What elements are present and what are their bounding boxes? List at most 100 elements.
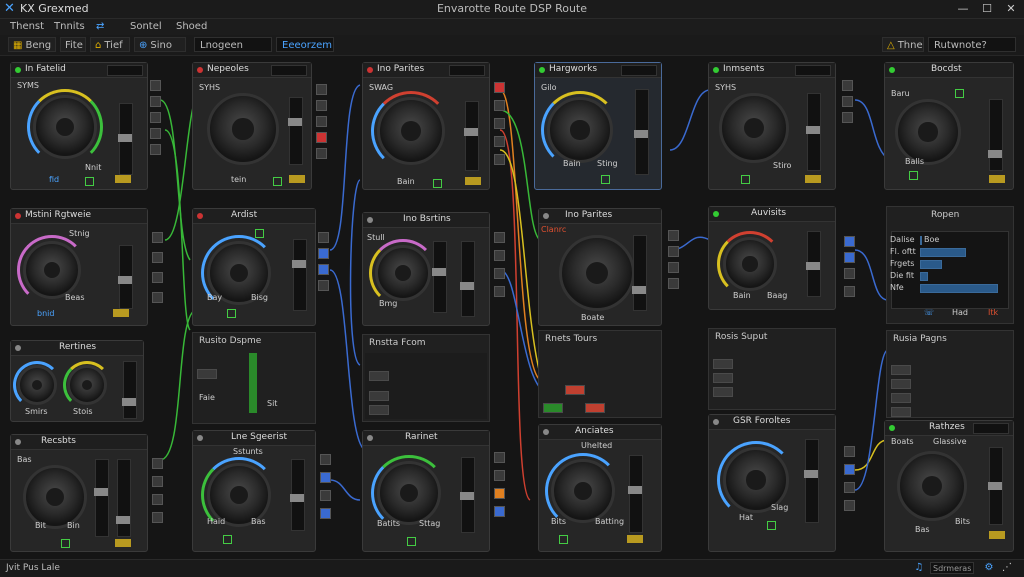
node-header[interactable]: Rertines bbox=[11, 341, 143, 356]
mute-button[interactable] bbox=[465, 177, 481, 185]
output-port[interactable] bbox=[316, 148, 327, 159]
output-port[interactable] bbox=[668, 230, 679, 241]
gain-knob[interactable] bbox=[23, 465, 87, 529]
output-port[interactable] bbox=[318, 248, 329, 259]
output-port[interactable] bbox=[316, 100, 327, 111]
fader-thumb[interactable] bbox=[460, 492, 474, 500]
mute-button[interactable] bbox=[115, 175, 131, 183]
output-port[interactable] bbox=[844, 446, 855, 457]
menu-item[interactable]: Tnnits bbox=[54, 21, 85, 32]
output-port[interactable] bbox=[842, 96, 853, 107]
output-port[interactable] bbox=[844, 482, 855, 493]
fader-slider[interactable] bbox=[460, 241, 475, 317]
dsp-node[interactable]: Recsbts Bas Bit Bin bbox=[10, 434, 148, 552]
toggle-button[interactable] bbox=[85, 177, 94, 186]
fader-slider[interactable] bbox=[464, 101, 479, 171]
output-port[interactable] bbox=[494, 506, 505, 517]
output-port[interactable] bbox=[494, 250, 505, 261]
mute-button[interactable] bbox=[115, 539, 131, 547]
mute-button[interactable] bbox=[805, 175, 821, 183]
fader-slider[interactable] bbox=[806, 231, 821, 297]
output-port[interactable] bbox=[668, 262, 679, 273]
fader-thumb[interactable] bbox=[288, 118, 302, 126]
dsp-node[interactable]: Bocdst Baru Balls bbox=[884, 62, 1014, 190]
toggle-button[interactable] bbox=[601, 175, 610, 184]
output-port[interactable] bbox=[494, 100, 505, 111]
dsp-node[interactable]: Mstini Rgtweie Stnig Beas bnid bbox=[10, 208, 148, 326]
mute-button[interactable] bbox=[989, 531, 1005, 539]
mute-button[interactable] bbox=[289, 175, 305, 183]
fader-slider[interactable] bbox=[632, 235, 647, 311]
output-port[interactable] bbox=[668, 246, 679, 257]
gain-knob[interactable] bbox=[559, 235, 635, 311]
output-port[interactable] bbox=[152, 252, 163, 263]
panel-button[interactable] bbox=[713, 373, 733, 383]
fader-thumb[interactable] bbox=[290, 494, 304, 502]
output-port[interactable] bbox=[844, 464, 855, 475]
fader-slider[interactable] bbox=[288, 97, 303, 165]
node-header[interactable]: Ino Bsrtins bbox=[363, 213, 489, 228]
output-port[interactable] bbox=[494, 82, 505, 93]
node-header[interactable]: Ino Parites bbox=[539, 209, 661, 224]
panel-button[interactable] bbox=[543, 403, 563, 413]
output-port[interactable] bbox=[150, 80, 161, 91]
mute-button[interactable] bbox=[989, 175, 1005, 183]
gain-knob[interactable] bbox=[377, 461, 441, 525]
minimize-button[interactable]: — bbox=[954, 1, 972, 17]
left-knob[interactable] bbox=[17, 365, 57, 405]
output-port[interactable] bbox=[844, 286, 855, 297]
node-param-field[interactable] bbox=[621, 65, 657, 76]
fader-slider[interactable] bbox=[460, 457, 475, 533]
output-port[interactable] bbox=[152, 494, 163, 505]
fader-slider[interactable] bbox=[94, 459, 109, 537]
panel-button[interactable] bbox=[713, 359, 733, 369]
output-port[interactable] bbox=[318, 264, 329, 275]
toggle-button[interactable] bbox=[741, 175, 750, 184]
panel-button[interactable] bbox=[713, 387, 733, 397]
output-port[interactable] bbox=[494, 118, 505, 129]
node-header[interactable]: Ardist bbox=[193, 209, 315, 224]
dsp-node[interactable]: Lne Sgeerist Sstunts Haid Bas bbox=[192, 430, 316, 552]
dsp-node[interactable]: Rathzes Boats Glassive Bas Bits bbox=[884, 420, 1014, 552]
node-header[interactable]: GSR Foroltes bbox=[709, 415, 835, 430]
dsp-node[interactable]: GSR Foroltes Hat Slag bbox=[708, 414, 836, 552]
dsp-node[interactable]: Auvisits Bain Baag bbox=[708, 206, 836, 310]
output-port[interactable] bbox=[318, 280, 329, 291]
panel-button[interactable] bbox=[565, 385, 585, 395]
maximize-button[interactable]: ☐ bbox=[978, 1, 996, 17]
fader-slider[interactable] bbox=[634, 89, 649, 175]
fader-thumb[interactable] bbox=[292, 260, 306, 268]
toggle-button[interactable] bbox=[559, 535, 568, 544]
node-header[interactable]: Lne Sgeerist bbox=[193, 431, 315, 446]
menu-item[interactable]: Sontel bbox=[130, 21, 162, 32]
route-field[interactable]: Eeeorzem bbox=[276, 37, 334, 52]
node-header[interactable]: Bocdst bbox=[885, 63, 1013, 78]
node-header[interactable]: Recsbts bbox=[11, 435, 147, 450]
output-port[interactable] bbox=[320, 472, 331, 483]
output-port[interactable] bbox=[150, 128, 161, 139]
fader-thumb[interactable] bbox=[988, 482, 1002, 490]
gain-knob[interactable] bbox=[897, 451, 967, 521]
menu-item[interactable]: Shoed bbox=[176, 21, 207, 32]
gain-knob[interactable] bbox=[377, 97, 445, 165]
node-param-field[interactable] bbox=[271, 65, 307, 76]
output-port[interactable] bbox=[152, 272, 163, 283]
fader-slider[interactable] bbox=[432, 241, 447, 313]
fader-slider[interactable] bbox=[292, 239, 307, 311]
output-port[interactable] bbox=[150, 112, 161, 123]
dsp-node[interactable]: Ino Bsrtins Stull Bmg bbox=[362, 212, 490, 326]
fader-thumb[interactable] bbox=[116, 516, 130, 524]
output-port[interactable] bbox=[842, 112, 853, 123]
node-param-field[interactable] bbox=[795, 65, 831, 76]
output-port[interactable] bbox=[494, 488, 505, 499]
output-port[interactable] bbox=[152, 512, 163, 523]
node-param-field[interactable] bbox=[107, 65, 143, 76]
node-header[interactable]: Hargworks bbox=[535, 63, 661, 78]
fader-thumb[interactable] bbox=[118, 276, 132, 284]
toggle-button[interactable] bbox=[955, 89, 964, 98]
right-knob[interactable] bbox=[67, 365, 107, 405]
fader-slider[interactable] bbox=[628, 455, 643, 533]
toggle-button[interactable] bbox=[273, 177, 282, 186]
fader-thumb[interactable] bbox=[118, 134, 132, 142]
fader-slider[interactable] bbox=[122, 361, 137, 419]
